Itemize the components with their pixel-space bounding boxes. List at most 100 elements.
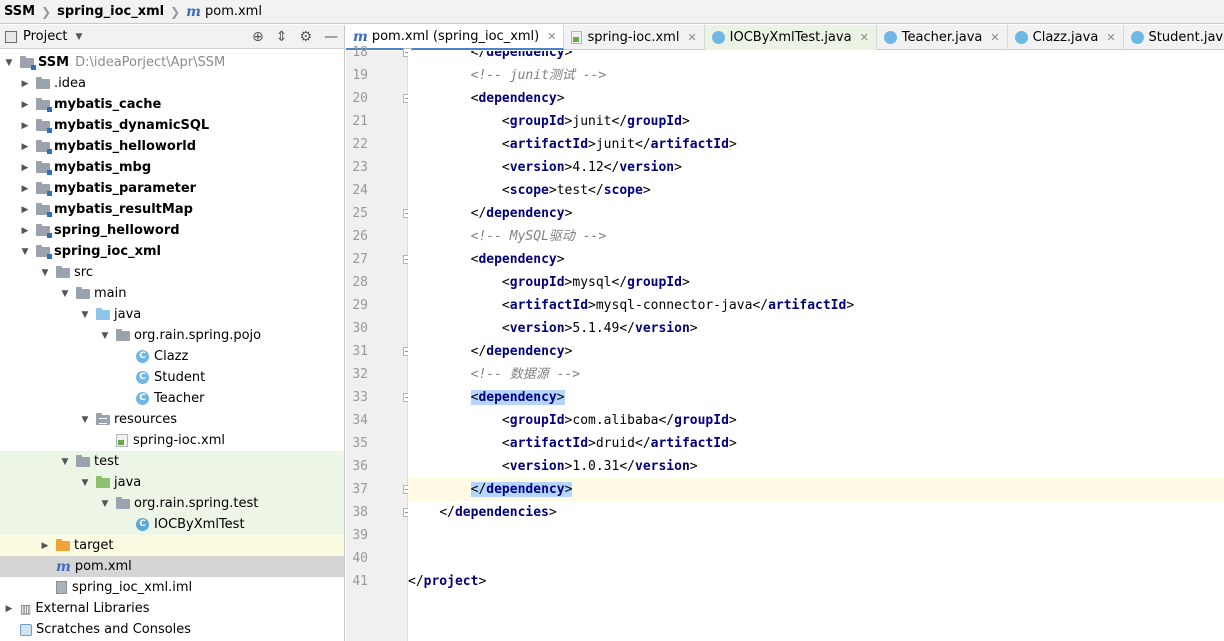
tab-pom-xml[interactable]: m pom.xml (spring_ioc_xml) ✕	[346, 25, 565, 50]
chevron-down-icon[interactable]: ▼	[60, 457, 70, 467]
close-icon[interactable]: ✕	[1106, 31, 1115, 44]
code-editor[interactable]: </dependency> <!-- junit测试 --> <dependen…	[408, 51, 1224, 641]
breadcrumb-item-module[interactable]: spring_ioc_xml	[57, 4, 164, 19]
code-line[interactable]	[408, 547, 1224, 570]
code-line[interactable]: <artifactId>mysql-connector-java</artifa…	[408, 294, 1224, 317]
chevron-down-icon[interactable]: ▼	[80, 478, 90, 488]
tree-item-module[interactable]: ▶ mybatis_cache	[0, 94, 344, 115]
code-line[interactable]: <!-- junit测试 -->	[408, 64, 1224, 87]
tree-item-module[interactable]: ▶ mybatis_mbg	[0, 157, 344, 178]
tree-item-package[interactable]: ▼ org.rain.spring.test	[0, 493, 344, 514]
chevron-right-icon[interactable]: ▶	[20, 121, 30, 131]
close-icon[interactable]: ✕	[860, 31, 869, 44]
breadcrumb-item-ssm[interactable]: SSM	[4, 4, 35, 19]
tab-spring-ioc-xml[interactable]: spring-ioc.xml ✕	[564, 25, 705, 50]
code-line[interactable]: <groupId>mysql</groupId>	[408, 271, 1224, 294]
tree-item-xml-file[interactable]: ▶spring-ioc.xml	[0, 430, 344, 451]
tree-item-resources-folder[interactable]: ▼ resources	[0, 409, 344, 430]
tree-item-test-source-folder[interactable]: ▼ java	[0, 472, 344, 493]
xml-tag-name: artifactId	[768, 298, 847, 313]
code-line[interactable]: </project>	[408, 570, 1224, 593]
chevron-down-icon[interactable]: ▼	[4, 58, 14, 68]
chevron-down-icon[interactable]: ▼	[20, 247, 30, 257]
tree-item-class[interactable]: ▶CTeacher	[0, 388, 344, 409]
collapse-all-icon[interactable]: ⇕	[276, 29, 288, 45]
code-line[interactable]: <dependency>	[408, 248, 1224, 271]
chevron-down-icon[interactable]: ▼	[100, 499, 110, 509]
code-line[interactable]: <version>5.1.49</version>	[408, 317, 1224, 340]
tree-item-folder[interactable]: ▼ test	[0, 451, 344, 472]
chevron-right-icon: ❯	[41, 4, 52, 19]
tree-item-pom-xml[interactable]: ▶mpom.xml	[0, 556, 344, 577]
tree-item-class[interactable]: ▶CStudent	[0, 367, 344, 388]
tree-item-module[interactable]: ▶ mybatis_resultMap	[0, 199, 344, 220]
locate-icon[interactable]: ⊕	[252, 29, 264, 45]
hide-icon[interactable]: —	[324, 29, 338, 45]
editor-gutter[interactable]: 18 19 20 21 22 23 24 25 26 27 28 29 30 31 32 33 34 35 36 37…	[346, 45, 412, 641]
tree-item-scratches[interactable]: ▶Scratches and Consoles	[0, 619, 344, 640]
code-line[interactable]: <version>4.12</version>	[408, 156, 1224, 179]
code-line[interactable]: </dependency>	[408, 51, 1224, 64]
chevron-right-icon[interactable]: ▶	[20, 100, 30, 110]
tree-item-target-folder[interactable]: ▶ target	[0, 535, 344, 556]
tree-item-idea[interactable]: ▶ .idea	[0, 73, 344, 94]
chevron-down-icon[interactable]: ▼	[80, 310, 90, 320]
breadcrumb-item-file[interactable]: m pom.xml	[186, 4, 262, 20]
tree-item-external-libraries[interactable]: ▶ ▥ External Libraries	[0, 598, 344, 619]
chevron-down-icon[interactable]: ▼	[100, 331, 110, 341]
tree-item-iml-file[interactable]: ▶spring_ioc_xml.iml	[0, 577, 344, 598]
close-icon[interactable]: ✕	[990, 31, 999, 44]
tab-teacher[interactable]: Teacher.java ✕	[877, 25, 1008, 50]
tree-item-class[interactable]: ▶CClazz	[0, 346, 344, 367]
tab-clazz[interactable]: Clazz.java ✕	[1008, 25, 1124, 50]
chevron-right-icon[interactable]: ▶	[20, 142, 30, 152]
tree-item-ssm[interactable]: ▼ SSM D:\ideaPorject\Apr\SSM	[0, 52, 344, 73]
code-line[interactable]	[408, 524, 1224, 547]
code-line[interactable]: <groupId>com.alibaba</groupId>	[408, 409, 1224, 432]
tab-iocbyxmltest[interactable]: IOCByXmlTest.java ✕	[704, 25, 877, 50]
tab-student[interactable]: Student.java✕	[1124, 25, 1224, 50]
chevron-right-icon[interactable]: ▶	[20, 163, 30, 173]
tree-item-module[interactable]: ▶ spring_helloword	[0, 220, 344, 241]
chevron-down-icon[interactable]: ▼	[80, 415, 90, 425]
chevron-right-icon[interactable]: ▶	[4, 604, 14, 614]
code-line[interactable]: </dependency>	[408, 202, 1224, 225]
chevron-right-icon[interactable]: ▶	[20, 79, 30, 89]
code-line[interactable]: <scope>test</scope>	[408, 179, 1224, 202]
tree-item-module[interactable]: ▶ mybatis_dynamicSQL	[0, 115, 344, 136]
code-content: <!-- 数据源 -->	[471, 367, 580, 382]
project-panel: Project ▼ ⊕ ⇕ ⚙ — ▼ SSM D:\ideaPorject\Apr…	[0, 25, 345, 641]
tree-item-folder[interactable]: ▼ src	[0, 262, 344, 283]
code-line[interactable]: </dependencies>	[408, 501, 1224, 524]
chevron-down-icon[interactable]: ▼	[60, 289, 70, 299]
chevron-right-icon[interactable]: ▶	[40, 541, 50, 551]
code-line[interactable]: <artifactId>druid</artifactId>	[408, 432, 1224, 455]
project-view-title[interactable]: Project	[23, 29, 67, 44]
chevron-right-icon[interactable]: ▶	[20, 184, 30, 194]
chevron-right-icon[interactable]: ▶	[20, 226, 30, 236]
tree-item-label: SSM	[38, 55, 70, 70]
tree-item-module[interactable]: ▼ spring_ioc_xml	[0, 241, 344, 262]
tree-item-folder[interactable]: ▼ main	[0, 283, 344, 304]
tree-item-source-folder[interactable]: ▼ java	[0, 304, 344, 325]
code-line[interactable]: <!-- MySQL驱动 -->	[408, 225, 1224, 248]
tree-item-module[interactable]: ▶ mybatis_parameter	[0, 178, 344, 199]
code-line[interactable]: <artifactId>junit</artifactId>	[408, 133, 1224, 156]
line-number: 35	[352, 436, 368, 451]
tree-item-module[interactable]: ▶ mybatis_helloworld	[0, 136, 344, 157]
code-line[interactable]: <!-- 数据源 -->	[408, 363, 1224, 386]
code-line[interactable]: </dependency>	[408, 340, 1224, 363]
chevron-right-icon[interactable]: ▶	[20, 205, 30, 215]
code-line[interactable]: </dependency>	[408, 478, 1224, 501]
code-line[interactable]: <groupId>junit</groupId>	[408, 110, 1224, 133]
code-line[interactable]: <dependency>	[408, 87, 1224, 110]
tree-item-package[interactable]: ▼ org.rain.spring.pojo	[0, 325, 344, 346]
code-line[interactable]: <version>1.0.31</version>	[408, 455, 1224, 478]
chevron-down-icon[interactable]: ▼	[40, 268, 50, 278]
dropdown-caret-icon[interactable]: ▼	[75, 32, 82, 42]
tree-item-test-class[interactable]: ▶CIOCByXmlTest	[0, 514, 344, 535]
close-icon[interactable]: ✕	[547, 30, 556, 43]
code-line[interactable]: <dependency>	[408, 386, 1224, 409]
close-icon[interactable]: ✕	[687, 31, 696, 44]
gear-icon[interactable]: ⚙	[299, 29, 312, 45]
